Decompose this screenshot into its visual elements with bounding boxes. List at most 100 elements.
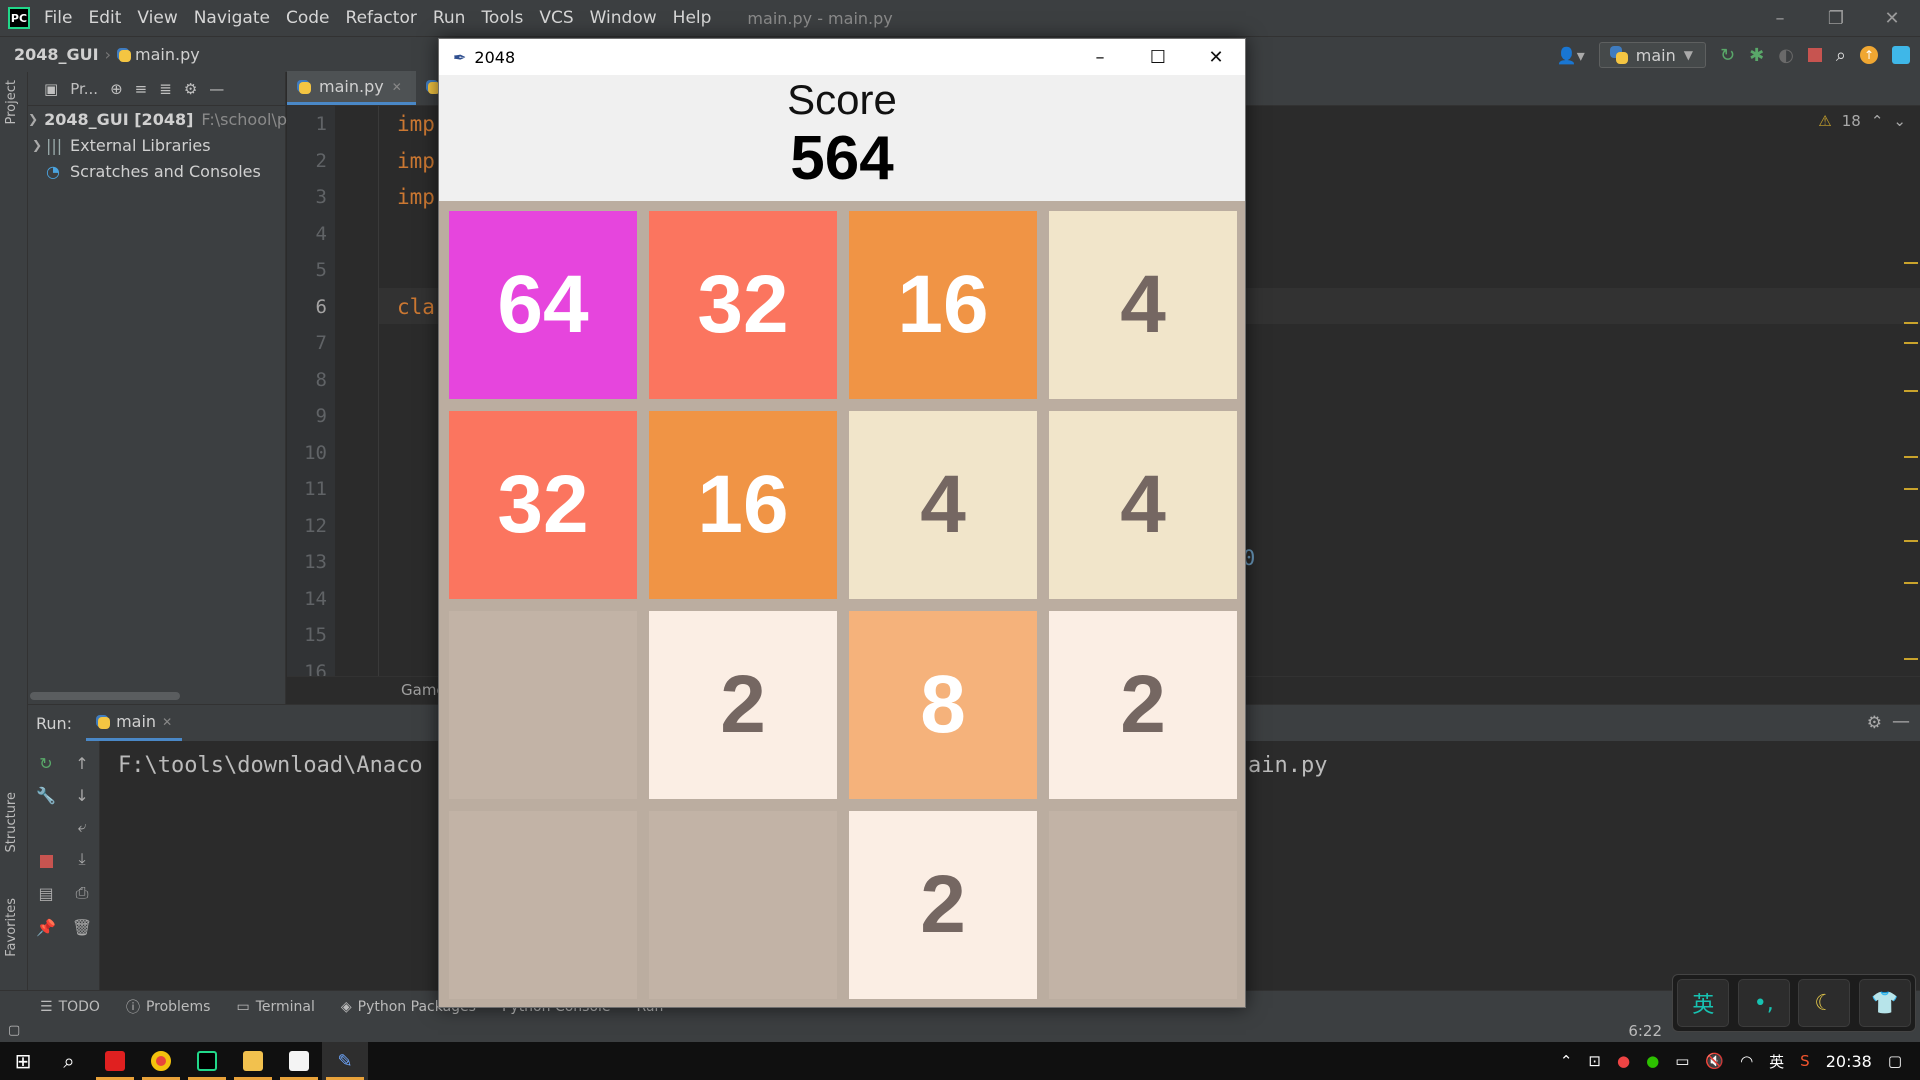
menu-vcs[interactable]: VCS (539, 8, 573, 28)
run-configuration-select[interactable]: main ▼ (1598, 42, 1706, 68)
expand-all-icon[interactable]: ≡ (135, 80, 148, 98)
python-feather-icon[interactable]: ✎ (322, 1042, 368, 1080)
stop-icon[interactable] (1807, 48, 1822, 62)
notifications-icon[interactable]: ▢ (1888, 1052, 1902, 1070)
close-icon[interactable]: ✕ (392, 80, 402, 94)
error-stripe-mark[interactable] (1904, 322, 1918, 324)
menu-help[interactable]: Help (673, 8, 712, 28)
battery-icon[interactable]: ▭ (1675, 1052, 1689, 1070)
breadcrumb-file[interactable]: main.py (135, 45, 200, 64)
collapse-all-icon[interactable]: ≣ (159, 80, 172, 98)
ime-language-indicator[interactable]: 英 (1769, 1051, 1784, 1072)
problems-tool-button[interactable]: ⓘ Problems (126, 997, 211, 1017)
wechat-icon[interactable]: ● (1646, 1052, 1659, 1070)
arrow-up-icon[interactable]: ↑ (72, 753, 92, 773)
debug-icon[interactable]: ✱ (1749, 45, 1764, 66)
rerun-icon[interactable]: ↻ (1720, 45, 1735, 66)
soft-wrap-icon[interactable]: ⤶ (72, 817, 92, 837)
taskbar-app-red-icon[interactable] (92, 1042, 138, 1080)
tree-item-external-libraries[interactable]: ❯ ||| External Libraries (28, 132, 285, 158)
rerun-icon[interactable]: ↻ (36, 753, 56, 773)
locate-icon[interactable]: ⊕ (110, 80, 123, 98)
notepad-icon[interactable] (276, 1042, 322, 1080)
tray-app-icon[interactable]: ⊡ (1588, 1052, 1601, 1070)
layout-icon[interactable]: ▤ (36, 883, 56, 903)
error-stripe-mark[interactable] (1904, 342, 1918, 344)
error-stripe-mark[interactable] (1904, 582, 1918, 584)
search-icon[interactable]: ⌕ (1836, 45, 1846, 66)
gear-icon[interactable]: ⚙ (1867, 713, 1882, 733)
plugin-icon[interactable] (1892, 46, 1910, 64)
project-view-select[interactable]: Pr... (70, 80, 98, 98)
game-minimize-button[interactable]: – (1071, 39, 1129, 75)
structure-tool-tab[interactable]: Structure (4, 792, 19, 852)
ide-restore-button[interactable]: ❐ (1808, 0, 1864, 36)
menu-refactor[interactable]: Refactor (346, 8, 417, 28)
tree-item-project[interactable]: ❯ 2048_GUI [2048] F:\school\p (28, 106, 287, 132)
menu-window[interactable]: Window (590, 8, 657, 28)
wifi-icon[interactable]: ◠ (1740, 1052, 1753, 1070)
menu-run[interactable]: Run (433, 8, 466, 28)
hide-icon[interactable]: — (209, 80, 224, 98)
arrow-down-icon[interactable]: ↓ (72, 785, 92, 805)
menu-tools[interactable]: Tools (481, 8, 523, 28)
favorites-tool-tab[interactable]: Favorites (4, 898, 19, 957)
error-stripe-mark[interactable] (1904, 488, 1918, 490)
error-stripe-mark[interactable] (1904, 262, 1918, 264)
project-tool-tab[interactable]: Project (4, 80, 19, 124)
chevron-up-icon[interactable]: ⌃ (1871, 112, 1884, 130)
game-titlebar[interactable]: ✒ 2048 – ☐ ✕ (439, 39, 1245, 75)
menu-view[interactable]: View (137, 8, 177, 28)
tree-item-scratches[interactable]: ◔ Scratches and Consoles (28, 158, 285, 184)
game-board[interactable]: 64 32 16 4 32 16 4 4 2 8 2 2 (439, 201, 1245, 1007)
console-output[interactable]: F:\tools\download\Anaco ain.py (118, 753, 1327, 778)
print-icon[interactable]: ⎙ (72, 883, 92, 903)
ime-punctuation-button[interactable]: •, (1737, 979, 1790, 1027)
game-close-button[interactable]: ✕ (1187, 39, 1245, 75)
update-icon[interactable]: ↑ (1860, 46, 1878, 64)
volume-muted-icon[interactable]: 🔇 (1705, 1052, 1724, 1070)
chrome-icon[interactable] (138, 1042, 184, 1080)
pin-icon[interactable]: 📌 (36, 917, 56, 937)
moon-icon[interactable]: ☾ (1798, 979, 1851, 1027)
error-stripe-mark[interactable] (1904, 540, 1918, 542)
stop-icon[interactable] (36, 851, 56, 871)
chevron-right-icon[interactable]: ❯ (28, 138, 46, 152)
menu-code[interactable]: Code (286, 8, 330, 28)
clock[interactable]: 20:38 (1826, 1052, 1872, 1071)
pycharm-icon[interactable] (184, 1042, 230, 1080)
ide-close-button[interactable]: ✕ (1864, 0, 1920, 36)
run-tab-main[interactable]: main ✕ (86, 705, 183, 741)
horizontal-scrollbar[interactable] (30, 692, 180, 700)
file-explorer-icon[interactable] (230, 1042, 276, 1080)
gear-icon[interactable]: ⚙ (184, 80, 197, 98)
chevron-right-icon[interactable]: ❯ (28, 112, 38, 126)
error-stripe-mark[interactable] (1904, 658, 1918, 660)
user-icon[interactable]: 👤▾ (1557, 46, 1585, 65)
status-layout-icon[interactable]: ▢ (8, 1023, 20, 1038)
tab-main-py[interactable]: main.py ✕ (287, 71, 416, 105)
ime-language-button[interactable]: 英 (1677, 979, 1730, 1027)
cursor-position[interactable]: 6:22 (1628, 1022, 1662, 1040)
hide-icon[interactable]: — (1892, 711, 1910, 732)
game-maximize-button[interactable]: ☐ (1129, 39, 1187, 75)
menu-navigate[interactable]: Navigate (194, 8, 270, 28)
error-stripe-mark[interactable] (1904, 456, 1918, 458)
menu-edit[interactable]: Edit (88, 8, 121, 28)
wrench-icon[interactable]: 🔧 (36, 785, 56, 805)
menu-file[interactable]: File (44, 8, 72, 28)
sogou-icon[interactable]: S (1800, 1052, 1810, 1070)
terminal-tool-button[interactable]: ▭ Terminal (236, 999, 314, 1015)
windows-start-icon[interactable]: ⊞ (0, 1042, 46, 1080)
search-icon[interactable]: ⌕ (46, 1042, 92, 1080)
scroll-to-end-icon[interactable]: ⤓ (72, 849, 92, 869)
skin-icon[interactable]: 👕 (1858, 979, 1911, 1027)
trash-icon[interactable]: 🗑 (72, 917, 92, 937)
todo-tool-button[interactable]: ☰ TODO (40, 999, 100, 1015)
chevron-down-icon[interactable]: ⌄ (1893, 112, 1906, 130)
error-stripe-mark[interactable] (1904, 390, 1918, 392)
coverage-icon[interactable]: ◐ (1778, 45, 1794, 66)
chevron-up-icon[interactable]: ⌃ (1560, 1052, 1573, 1070)
breadcrumb-project[interactable]: 2048_GUI (14, 45, 99, 64)
qq-icon[interactable]: ● (1617, 1052, 1630, 1070)
